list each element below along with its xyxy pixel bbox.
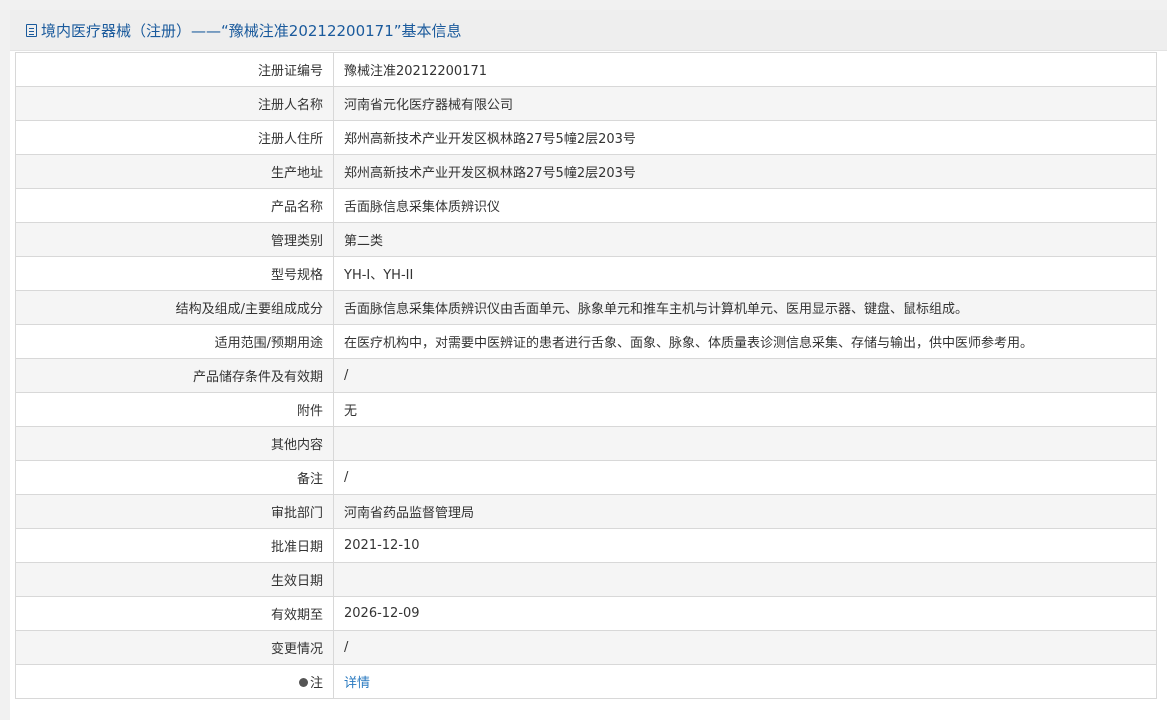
row-label: 注册人住所	[15, 120, 334, 155]
row-value	[333, 562, 1157, 597]
row-value: 舌面脉信息采集体质辨识仪由舌面单元、脉象单元和推车主机与计算机单元、医用显示器、…	[333, 290, 1157, 325]
row-label: 备注	[15, 460, 334, 495]
table-row: 生产地址 郑州高新技术产业开发区枫林路27号5幢2层203号	[15, 154, 1157, 189]
note-label-cell: 注	[15, 664, 334, 699]
row-label: 注册人名称	[15, 86, 334, 121]
table-row: 注册人名称 河南省元化医疗器械有限公司	[15, 86, 1157, 121]
table-row: 生效日期	[15, 562, 1157, 597]
table-row: 注册人住所 郑州高新技术产业开发区枫林路27号5幢2层203号	[15, 120, 1157, 155]
document-icon	[26, 23, 37, 37]
row-value: 2021-12-10	[333, 528, 1157, 563]
row-value: 在医疗机构中，对需要中医辨证的患者进行舌象、面象、脉象、体质量表诊测信息采集、存…	[333, 324, 1157, 359]
details-link[interactable]: 详情	[344, 676, 370, 691]
table-row: 备注 /	[15, 460, 1157, 495]
row-label: 产品名称	[15, 188, 334, 223]
row-value: 第二类	[333, 222, 1157, 257]
row-label: 审批部门	[15, 494, 334, 529]
row-label: 产品储存条件及有效期	[15, 358, 334, 393]
page-header: 境内医疗器械（注册）——“豫械注准20212200171”基本信息	[10, 10, 1167, 51]
row-value: 郑州高新技术产业开发区枫林路27号5幢2层203号	[333, 120, 1157, 155]
note-value-cell: 详情	[333, 664, 1157, 699]
row-label: 型号规格	[15, 256, 334, 291]
row-label: 适用范围/预期用途	[15, 324, 334, 359]
row-label: 生产地址	[15, 154, 334, 189]
table-row: 结构及组成/主要组成成分 舌面脉信息采集体质辨识仪由舌面单元、脉象单元和推车主机与…	[15, 290, 1157, 325]
row-label: 注册证编号	[15, 52, 334, 87]
row-value: 2026-12-09	[333, 596, 1157, 631]
table-row: 审批部门 河南省药品监督管理局	[15, 494, 1157, 529]
table-row: 有效期至 2026-12-09	[15, 596, 1157, 631]
row-label: 生效日期	[15, 562, 334, 597]
row-value: 河南省元化医疗器械有限公司	[333, 86, 1157, 121]
row-value: 郑州高新技术产业开发区枫林路27号5幢2层203号	[333, 154, 1157, 189]
row-value	[333, 426, 1157, 461]
row-label: 结构及组成/主要组成成分	[15, 290, 334, 325]
info-table: 注册证编号 豫械注准20212200171 注册人名称 河南省元化医疗器械有限公司 …	[15, 52, 1157, 699]
row-label: 批准日期	[15, 528, 334, 563]
table-row: 注册证编号 豫械注准20212200171	[15, 52, 1157, 87]
table-row: 变更情况 /	[15, 630, 1157, 665]
table-row: 批准日期 2021-12-10	[15, 528, 1157, 563]
table-row: 产品名称 舌面脉信息采集体质辨识仪	[15, 188, 1157, 223]
row-label: 变更情况	[15, 630, 334, 665]
page-title: 境内医疗器械（注册）——“豫械注准20212200171”基本信息	[41, 21, 462, 40]
table-row-note: 注 详情	[15, 664, 1157, 699]
row-value: YH-I、YH-II	[333, 256, 1157, 291]
row-label: 管理类别	[15, 222, 334, 257]
pin-icon	[298, 678, 308, 687]
row-label: 有效期至	[15, 596, 334, 631]
row-value: /	[333, 358, 1157, 393]
table-row: 产品储存条件及有效期 /	[15, 358, 1157, 393]
note-label: 注	[309, 676, 323, 691]
row-value: 河南省药品监督管理局	[333, 494, 1157, 529]
row-value: 无	[333, 392, 1157, 427]
row-label: 其他内容	[15, 426, 334, 461]
table-row: 适用范围/预期用途 在医疗机构中，对需要中医辨证的患者进行舌象、面象、脉象、体质量…	[15, 324, 1157, 359]
row-value: 豫械注准20212200171	[333, 52, 1157, 87]
table-row: 其他内容	[15, 426, 1157, 461]
table-row: 管理类别 第二类	[15, 222, 1157, 257]
row-value: /	[333, 460, 1157, 495]
row-value: 舌面脉信息采集体质辨识仪	[333, 188, 1157, 223]
row-label: 附件	[15, 392, 334, 427]
table-row: 型号规格 YH-I、YH-II	[15, 256, 1157, 291]
row-value: /	[333, 630, 1157, 665]
table-row: 附件无	[15, 392, 1157, 427]
